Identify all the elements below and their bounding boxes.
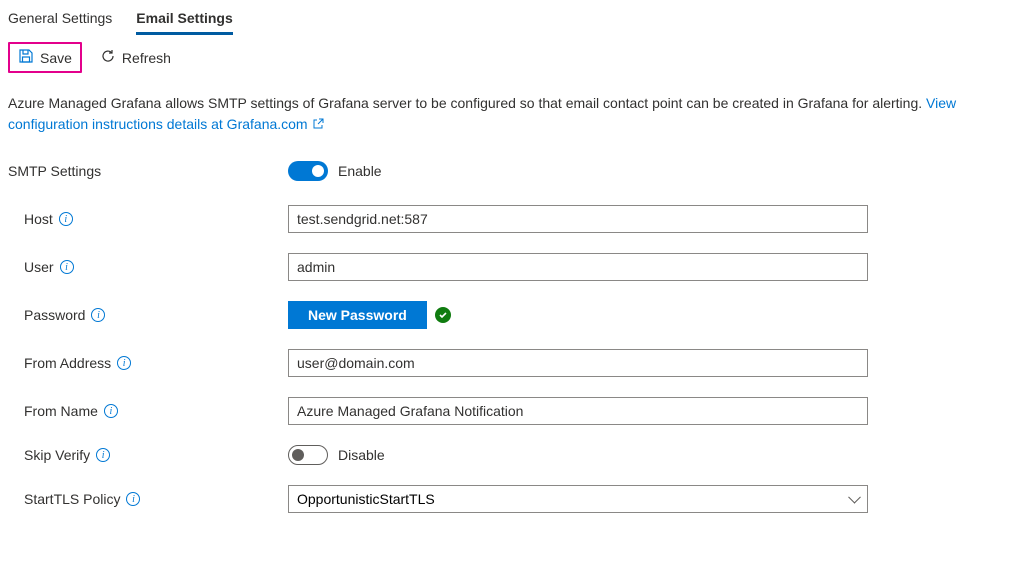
description-text: Azure Managed Grafana allows SMTP settin… (0, 81, 1010, 139)
user-input[interactable] (288, 253, 868, 281)
info-icon[interactable]: i (126, 492, 140, 506)
description-body: Azure Managed Grafana allows SMTP settin… (8, 95, 926, 111)
save-button[interactable]: Save (8, 42, 82, 73)
tab-email-settings[interactable]: Email Settings (136, 6, 232, 34)
tab-strip: General Settings Email Settings (0, 0, 1025, 34)
starttls-policy-label: StartTLS Policy (24, 491, 120, 507)
new-password-button[interactable]: New Password (288, 301, 427, 329)
info-icon[interactable]: i (96, 448, 110, 462)
host-label: Host (24, 211, 53, 227)
skip-verify-toggle-label: Disable (338, 447, 385, 463)
skip-verify-toggle[interactable]: Disable (288, 445, 385, 465)
refresh-icon (100, 48, 116, 67)
save-button-label: Save (40, 50, 72, 66)
info-icon[interactable]: i (60, 260, 74, 274)
smtp-enable-toggle-label: Enable (338, 163, 382, 179)
external-link-icon (312, 116, 324, 132)
user-label: User (24, 259, 54, 275)
from-address-label: From Address (24, 355, 111, 371)
from-name-input[interactable] (288, 397, 868, 425)
toolbar: Save Refresh (0, 34, 1025, 81)
starttls-policy-select[interactable]: OpportunisticStartTLS (288, 485, 868, 513)
smtp-settings-label: SMTP Settings (8, 163, 101, 179)
smtp-enable-toggle[interactable]: Enable (288, 161, 382, 181)
info-icon[interactable]: i (91, 308, 105, 322)
refresh-button[interactable]: Refresh (92, 44, 179, 71)
tab-general-settings[interactable]: General Settings (8, 6, 112, 34)
info-icon[interactable]: i (117, 356, 131, 370)
info-icon[interactable]: i (104, 404, 118, 418)
skip-verify-label: Skip Verify (24, 447, 90, 463)
check-icon (435, 307, 451, 323)
refresh-button-label: Refresh (122, 50, 171, 66)
smtp-form: Host i User i Password i New Password Fr (0, 181, 1025, 513)
from-name-label: From Name (24, 403, 98, 419)
save-icon (18, 48, 34, 67)
host-input[interactable] (288, 205, 868, 233)
info-icon[interactable]: i (59, 212, 73, 226)
password-label: Password (24, 307, 85, 323)
from-address-input[interactable] (288, 349, 868, 377)
